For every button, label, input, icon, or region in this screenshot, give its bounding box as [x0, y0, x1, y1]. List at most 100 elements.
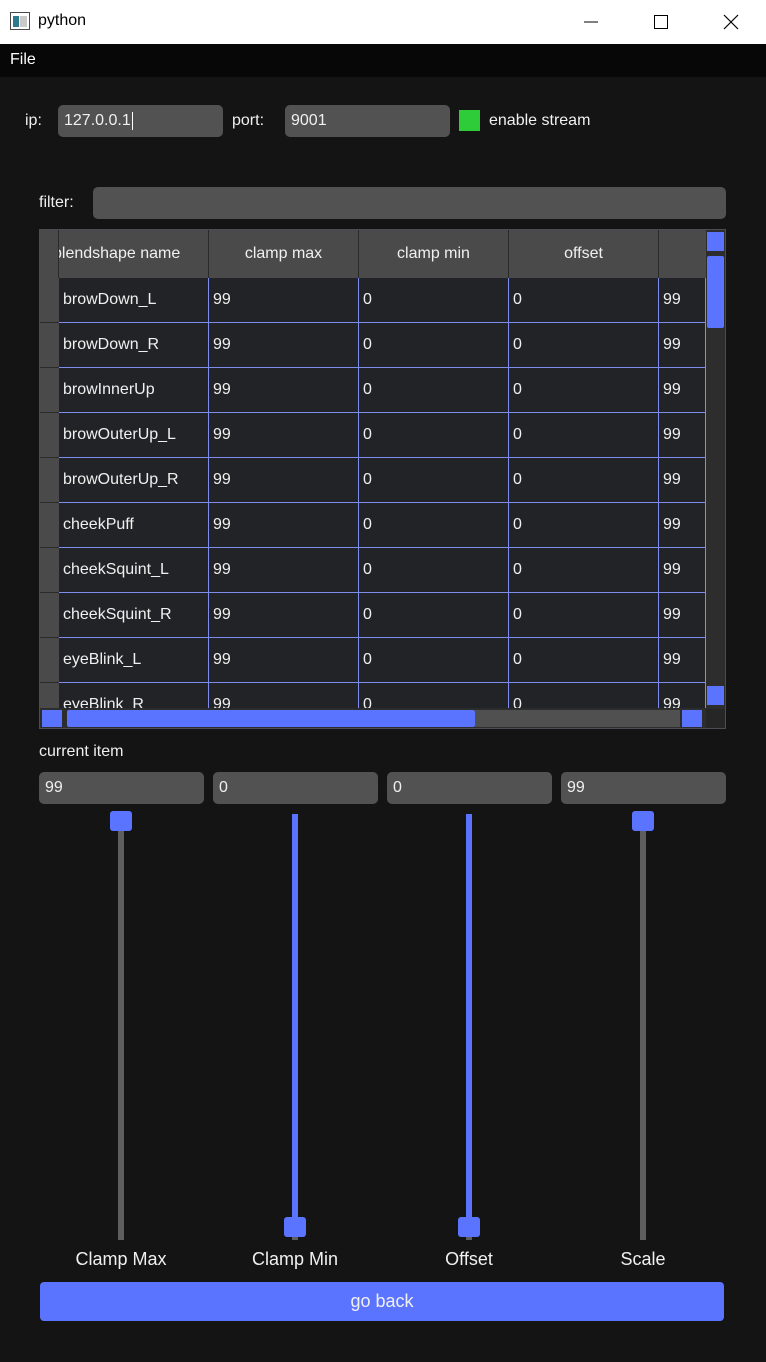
- scroll-left-button[interactable]: [42, 710, 62, 727]
- cell-clamp-max[interactable]: 99: [209, 278, 359, 323]
- menu-file[interactable]: File: [10, 51, 36, 69]
- scroll-right-button[interactable]: [682, 710, 702, 727]
- cell-clamp-max[interactable]: 99: [209, 458, 359, 503]
- horizontal-scroll-track[interactable]: [475, 710, 680, 727]
- cell-offset[interactable]: 0: [509, 278, 659, 323]
- cell-clamp-min[interactable]: 0: [359, 548, 509, 593]
- cell-offset[interactable]: 0: [509, 323, 659, 368]
- slider-handle[interactable]: [458, 1217, 480, 1237]
- table-row[interactable]: browDown_R 99 0 0 99: [40, 323, 706, 368]
- row-header[interactable]: [40, 413, 59, 458]
- cell-clamp-min[interactable]: 0: [359, 503, 509, 548]
- cell-clamp-max[interactable]: 99: [209, 638, 359, 683]
- maximize-button[interactable]: [626, 0, 696, 44]
- table-corner-button[interactable]: [40, 230, 59, 278]
- header-clamp-max[interactable]: clamp max: [209, 230, 359, 278]
- table-row[interactable]: browDown_L 99 0 0 99: [40, 278, 706, 323]
- cell-clamp-min[interactable]: 0: [359, 638, 509, 683]
- cell-clamp-max[interactable]: 99: [209, 683, 359, 708]
- slider-handle[interactable]: [284, 1217, 306, 1237]
- header-scale[interactable]: [659, 230, 709, 278]
- cell-blendshape-name[interactable]: eyeBlink_L: [59, 638, 209, 683]
- cell-blendshape-name[interactable]: cheekSquint_R: [59, 593, 209, 638]
- filter-input[interactable]: [93, 187, 726, 219]
- cell-scale[interactable]: 99: [659, 278, 706, 323]
- close-button[interactable]: [696, 0, 766, 44]
- cell-offset[interactable]: 0: [509, 593, 659, 638]
- cell-blendshape-name[interactable]: eyeBlink_R: [59, 683, 209, 708]
- cell-scale[interactable]: 99: [659, 593, 706, 638]
- cell-scale[interactable]: 99: [659, 638, 706, 683]
- cell-offset[interactable]: 0: [509, 503, 659, 548]
- cell-blendshape-name[interactable]: browOuterUp_R: [59, 458, 209, 503]
- cell-clamp-min[interactable]: 0: [359, 683, 509, 708]
- cell-clamp-min[interactable]: 0: [359, 413, 509, 458]
- table-row[interactable]: cheekSquint_R 99 0 0 99: [40, 593, 706, 638]
- enable-stream-checkbox[interactable]: [459, 110, 480, 131]
- cell-clamp-max[interactable]: 99: [209, 368, 359, 413]
- cell-scale[interactable]: 99: [659, 323, 706, 368]
- table-row[interactable]: browOuterUp_R 99 0 0 99: [40, 458, 706, 503]
- row-header[interactable]: [40, 368, 59, 413]
- cell-clamp-min[interactable]: 0: [359, 458, 509, 503]
- clamp-min-value-field[interactable]: 0: [213, 772, 378, 804]
- cell-scale[interactable]: 99: [659, 458, 706, 503]
- cell-blendshape-name[interactable]: browDown_R: [59, 323, 209, 368]
- cell-offset[interactable]: 0: [509, 638, 659, 683]
- vertical-scroll-thumb[interactable]: [707, 256, 724, 328]
- scale-value-field[interactable]: 99: [561, 772, 726, 804]
- cell-clamp-max[interactable]: 99: [209, 323, 359, 368]
- cell-scale[interactable]: 99: [659, 368, 706, 413]
- horizontal-scrollbar[interactable]: [40, 709, 706, 728]
- row-header[interactable]: [40, 503, 59, 548]
- slider-handle[interactable]: [632, 811, 654, 831]
- header-blendshape-name[interactable]: blendshape name: [59, 230, 209, 278]
- enable-stream-label[interactable]: enable stream: [489, 112, 590, 130]
- cell-clamp-max[interactable]: 99: [209, 503, 359, 548]
- table-row[interactable]: cheekPuff 99 0 0 99: [40, 503, 706, 548]
- cell-scale[interactable]: 99: [659, 503, 706, 548]
- table-row[interactable]: browOuterUp_L 99 0 0 99: [40, 413, 706, 458]
- cell-offset[interactable]: 0: [509, 548, 659, 593]
- slider-track[interactable]: [640, 814, 646, 1240]
- row-header[interactable]: [40, 548, 59, 593]
- cell-offset[interactable]: 0: [509, 413, 659, 458]
- horizontal-scroll-thumb[interactable]: [67, 710, 475, 727]
- row-header[interactable]: [40, 638, 59, 683]
- cell-blendshape-name[interactable]: cheekPuff: [59, 503, 209, 548]
- row-header[interactable]: [40, 593, 59, 638]
- table-row[interactable]: eyeBlink_R 99 0 0 99: [40, 683, 706, 708]
- scroll-up-button[interactable]: [707, 232, 724, 251]
- table-row[interactable]: browInnerUp 99 0 0 99: [40, 368, 706, 413]
- row-header[interactable]: [40, 278, 59, 323]
- clamp-max-value-field[interactable]: 99: [39, 772, 204, 804]
- cell-offset[interactable]: 0: [509, 458, 659, 503]
- header-clamp-min[interactable]: clamp min: [359, 230, 509, 278]
- cell-blendshape-name[interactable]: browOuterUp_L: [59, 413, 209, 458]
- cell-clamp-max[interactable]: 99: [209, 548, 359, 593]
- cell-clamp-min[interactable]: 0: [359, 368, 509, 413]
- cell-blendshape-name[interactable]: cheekSquint_L: [59, 548, 209, 593]
- scroll-down-button[interactable]: [707, 686, 724, 705]
- blendshape-table[interactable]: blendshape name clamp max clamp min offs…: [39, 229, 726, 729]
- header-offset[interactable]: offset: [509, 230, 659, 278]
- cell-scale[interactable]: 99: [659, 683, 706, 708]
- vertical-scrollbar[interactable]: [706, 230, 725, 709]
- table-row[interactable]: cheekSquint_L 99 0 0 99: [40, 548, 706, 593]
- slider-handle[interactable]: [110, 811, 132, 831]
- offset-value-field[interactable]: 0: [387, 772, 552, 804]
- cell-scale[interactable]: 99: [659, 413, 706, 458]
- ip-input[interactable]: 127.0.0.1: [58, 105, 223, 137]
- go-back-button[interactable]: go back: [40, 1282, 724, 1321]
- cell-clamp-max[interactable]: 99: [209, 593, 359, 638]
- cell-clamp-min[interactable]: 0: [359, 323, 509, 368]
- row-header[interactable]: [40, 323, 59, 368]
- minimize-button[interactable]: [556, 0, 626, 44]
- cell-scale[interactable]: 99: [659, 548, 706, 593]
- slider-track[interactable]: [118, 814, 124, 1240]
- cell-blendshape-name[interactable]: browDown_L: [59, 278, 209, 323]
- port-input[interactable]: 9001: [285, 105, 450, 137]
- cell-clamp-min[interactable]: 0: [359, 593, 509, 638]
- cell-blendshape-name[interactable]: browInnerUp: [59, 368, 209, 413]
- cell-offset[interactable]: 0: [509, 683, 659, 708]
